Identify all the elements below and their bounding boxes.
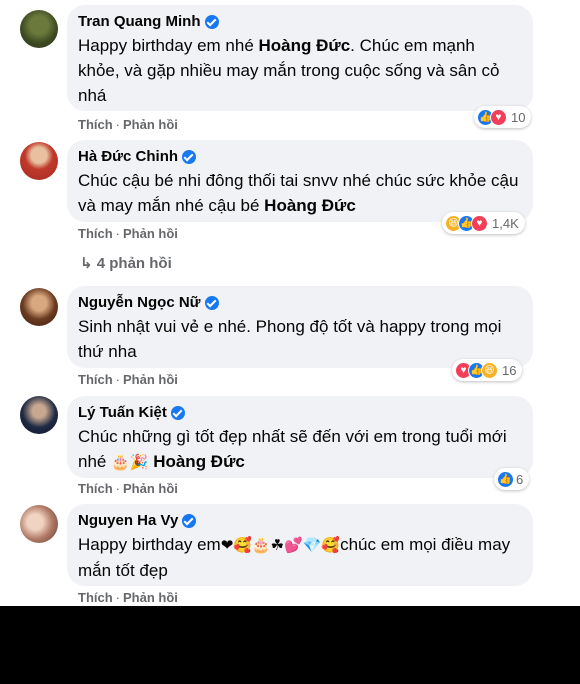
separator: · xyxy=(115,372,121,387)
reply-arrow-icon: ↳ xyxy=(80,255,93,272)
author-name[interactable]: Tran Quang Minh xyxy=(78,13,201,30)
separator: · xyxy=(115,226,121,241)
like-button[interactable]: Thích xyxy=(78,372,113,387)
separator: · xyxy=(115,590,121,605)
comment-actions: Thích · Phản hồi xyxy=(78,590,178,605)
comment-bubble: Hà Đức Chinh Chúc cậu bé nhi đông thối t… xyxy=(67,140,533,222)
hearts-emoji-group: ❤🥰🎂☘💕💎🥰 xyxy=(220,537,341,554)
comment-bubble: Nguyễn Ngọc Nữ Sinh nhật vui vẻ e nhé. P… xyxy=(67,286,533,368)
reaction-summary[interactable]: 👍 6 xyxy=(494,468,530,490)
reply-button[interactable]: Phản hồi xyxy=(123,117,178,132)
verified-badge-icon xyxy=(204,295,219,310)
reaction-count: 6 xyxy=(516,471,524,487)
avatar[interactable] xyxy=(20,288,58,326)
reply-button[interactable]: Phản hồi xyxy=(123,372,178,387)
comment-text: Happy birthday em nhé Hoàng Đức. Chúc em… xyxy=(78,36,500,105)
reaction-count: 16 xyxy=(502,362,517,378)
comment-text: Chúc những gì tốt đẹp nhất sẽ đến với em… xyxy=(78,427,507,471)
avatar[interactable] xyxy=(20,505,58,543)
reply-button[interactable]: Phản hồi xyxy=(123,481,178,496)
black-overlay-bar xyxy=(0,606,580,684)
reply-button[interactable]: Phản hồi xyxy=(123,590,178,605)
reaction-summary[interactable]: 👍 ♥ 10 xyxy=(474,106,532,128)
comment-text: Chúc cậu bé nhi đông thối tai snvv nhé c… xyxy=(78,171,519,215)
mention-link[interactable]: Hoàng Đức xyxy=(153,452,245,471)
author-name[interactable]: Nguyễn Ngọc Nữ xyxy=(78,294,201,311)
like-icon: 👍 xyxy=(497,470,514,488)
reaction-count: 10 xyxy=(511,109,526,125)
reply-button[interactable]: Phản hồi xyxy=(123,226,178,241)
like-button[interactable]: Thích xyxy=(78,481,113,496)
comment-actions: Thích · Phản hồi xyxy=(78,481,178,496)
love-icon: ♥ xyxy=(471,214,488,232)
separator: · xyxy=(115,481,121,496)
comment-actions: Thích · Phản hồi xyxy=(78,117,178,132)
comment-text: Happy birthday em❤🥰🎂☘💕💎🥰chúc em mọi điều… xyxy=(78,535,511,580)
comment-text: Sinh nhật vui vẻ e nhé. Phong độ tốt và … xyxy=(78,317,502,361)
comment-actions: Thích · Phản hồi xyxy=(78,226,178,241)
avatar[interactable] xyxy=(20,396,58,434)
reaction-count: 1,4K xyxy=(492,215,519,231)
verified-badge-icon xyxy=(204,14,219,29)
like-button[interactable]: Thích xyxy=(78,590,113,605)
verified-badge-icon xyxy=(182,513,197,528)
mention-link[interactable]: Hoàng Đức xyxy=(259,36,351,55)
cake-party-emoji: 🎂🎉 xyxy=(111,454,149,471)
separator: · xyxy=(115,117,121,132)
comment-bubble: Tran Quang Minh Happy birthday em nhé Ho… xyxy=(67,5,533,111)
reaction-summary[interactable]: 😆 👍 ♥ 1,4K xyxy=(442,212,525,234)
mention-link[interactable]: Hoàng Đức xyxy=(264,196,356,215)
verified-badge-icon xyxy=(170,405,185,420)
comment-bubble: Lý Tuấn Kiệt Chúc những gì tốt đẹp nhất … xyxy=(67,396,533,478)
avatar[interactable] xyxy=(20,10,58,48)
like-button[interactable]: Thích xyxy=(78,117,113,132)
author-name[interactable]: Hà Đức Chinh xyxy=(78,148,178,165)
comment-actions: Thích · Phản hồi xyxy=(78,372,178,387)
avatar[interactable] xyxy=(20,142,58,180)
verified-badge-icon xyxy=(182,149,197,164)
comment-bubble: Nguyen Ha Vy Happy birthday em❤🥰🎂☘💕💎🥰chú… xyxy=(67,504,533,586)
like-button[interactable]: Thích xyxy=(78,226,113,241)
reaction-summary[interactable]: ♥ 👍 😆 16 xyxy=(452,359,523,381)
haha-icon: 😆 xyxy=(481,361,498,379)
love-icon: ♥ xyxy=(490,108,507,126)
view-replies-link[interactable]: ↳ 4 phản hồi xyxy=(80,254,172,272)
author-name[interactable]: Nguyen Ha Vy xyxy=(78,512,178,529)
author-name[interactable]: Lý Tuấn Kiệt xyxy=(78,404,167,421)
